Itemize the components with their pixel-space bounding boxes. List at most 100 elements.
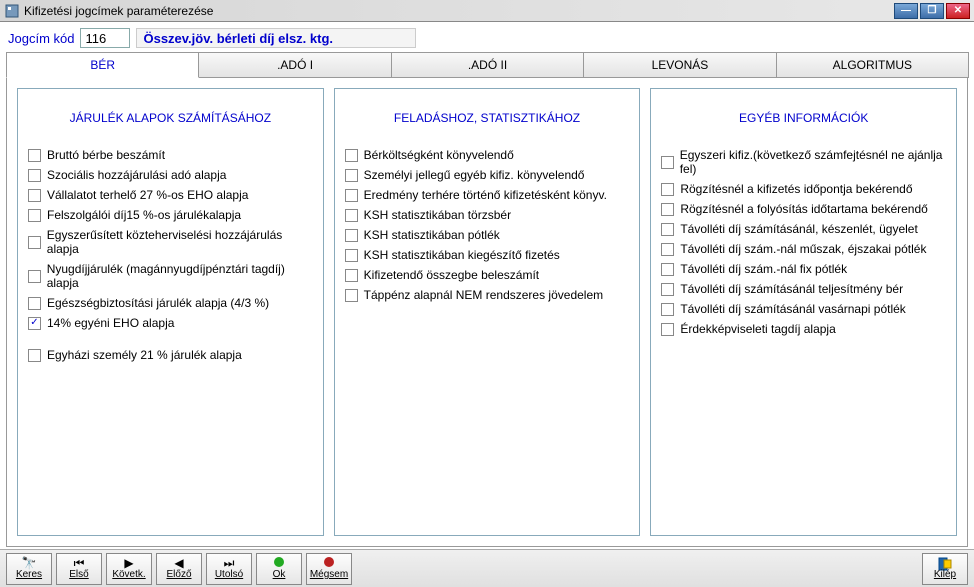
kilep-button[interactable]: Kilép — [922, 553, 968, 585]
check-row: Egészségbiztosítási járulék alapja (4/3 … — [28, 293, 313, 313]
checkbox-label: Távolléti díj szám.-nál műszak, éjszakai… — [680, 242, 926, 256]
checkbox[interactable] — [345, 229, 358, 242]
checkbox-label: Bruttó bérbe beszámít — [47, 148, 165, 162]
checkbox[interactable] — [28, 297, 41, 310]
keres-button[interactable]: 🔭 Keres — [6, 553, 52, 585]
minimize-button[interactable]: — — [894, 3, 918, 19]
button-label: Mégsem — [310, 569, 348, 580]
checkbox[interactable] — [661, 183, 674, 196]
kovetk-button[interactable]: ▶ Követk. — [106, 553, 152, 585]
description-field: Összev.jöv. bérleti díj elsz. ktg. — [136, 28, 416, 48]
checkbox-label: Személyi jellegű egyéb kifiz. könyvelend… — [364, 168, 585, 182]
binoculars-icon: 🔭 — [22, 557, 37, 569]
check-row: Távolléti díj számításánál, készenlét, ü… — [661, 219, 946, 239]
check-row: Táppénz alapnál NEM rendszeres jövedelem — [345, 285, 630, 305]
checkbox[interactable] — [28, 236, 41, 249]
tab-ber[interactable]: BÉR — [6, 52, 199, 78]
megsem-button[interactable]: Mégsem — [306, 553, 352, 585]
checkbox[interactable] — [661, 323, 674, 336]
checkbox[interactable] — [345, 169, 358, 182]
checkbox[interactable] — [661, 283, 674, 296]
check-row: Személyi jellegű egyéb kifiz. könyvelend… — [345, 165, 630, 185]
tab-bar: BÉR .ADÓ I .ADÓ II LEVONÁS ALGORITMUS — [6, 52, 968, 78]
checkbox-label: Érdekképviseleti tagdíj alapja — [680, 322, 835, 336]
ok-icon — [274, 557, 284, 569]
toolbar: 🔭 Keres ⏮ Első ▶ Követk. ◀ Előző ⏭ Utols… — [0, 549, 974, 587]
checkbox[interactable] — [661, 243, 674, 256]
tab-ado1[interactable]: .ADÓ I — [198, 52, 391, 78]
checkbox[interactable]: ✓ — [28, 317, 41, 330]
checkbox[interactable] — [345, 149, 358, 162]
checkbox[interactable] — [661, 303, 674, 316]
checkbox-label: Egészségbiztosítási járulék alapja (4/3 … — [47, 296, 269, 310]
exit-icon — [938, 557, 952, 569]
check-row: Távolléti díj számításánál vasárnapi pót… — [661, 299, 946, 319]
checkbox-label: Rögzítésnél a folyósítás időtartama beké… — [680, 202, 927, 216]
check-row: Kifizetendő összegbe beleszámít — [345, 265, 630, 285]
check-row: Érdekképviseleti tagdíj alapja — [661, 319, 946, 339]
utolso-button[interactable]: ⏭ Utolsó — [206, 553, 252, 585]
checkbox[interactable] — [345, 249, 358, 262]
checkbox-label: KSH statisztikában kiegészítő fizetés — [364, 248, 560, 262]
check-row: Távolléti díj szám.-nál műszak, éjszakai… — [661, 239, 946, 259]
checkbox-label: Egyházi személy 21 % járulék alapja — [47, 348, 242, 362]
check-row: Nyugdíjjárulék (magánnyugdíjpénztári tag… — [28, 259, 313, 293]
check-row: KSH statisztikában törzsbér — [345, 205, 630, 225]
checkbox[interactable] — [661, 263, 674, 276]
check-row: Bérköltségként könyvelendő — [345, 145, 630, 165]
ok-button[interactable]: Ok — [256, 553, 302, 585]
check-row: Eredmény terhére történő kifizetésként k… — [345, 185, 630, 205]
checkbox[interactable] — [661, 223, 674, 236]
check-row: Rögzítésnél a folyósítás időtartama beké… — [661, 199, 946, 219]
checkbox-label: Távolléti díj számításánál, készenlét, ü… — [680, 222, 917, 236]
check-row: ✓14% egyéni EHO alapja — [28, 313, 313, 333]
tab-levonas[interactable]: LEVONÁS — [583, 52, 776, 78]
checkbox[interactable] — [28, 189, 41, 202]
checkbox[interactable] — [345, 289, 358, 302]
check-row: Egyházi személy 21 % járulék alapja — [28, 345, 313, 365]
checkbox-label: Egyszeri kifiz.(következő számfejtésnél … — [680, 148, 946, 176]
check-row: KSH statisztikában pótlék — [345, 225, 630, 245]
check-row: Távolléti díj szám.-nál fix pótlék — [661, 259, 946, 279]
checkbox[interactable] — [345, 209, 358, 222]
button-label: Előző — [166, 569, 191, 580]
checkbox-label: KSH statisztikában törzsbér — [364, 208, 511, 222]
tab-algoritmus[interactable]: ALGORITMUS — [776, 52, 969, 78]
check-row: Egyszeri kifiz.(következő számfejtésnél … — [661, 145, 946, 179]
checkbox[interactable] — [345, 269, 358, 282]
code-label: Jogcím kód — [8, 31, 74, 46]
button-label: Követk. — [112, 569, 145, 580]
window-title: Kifizetési jogcímek paraméterezése — [24, 4, 894, 18]
checkbox[interactable] — [28, 169, 41, 182]
tab-ado2[interactable]: .ADÓ II — [391, 52, 584, 78]
check-row: Szociális hozzájárulási adó alapja — [28, 165, 313, 185]
elozo-button[interactable]: ◀ Előző — [156, 553, 202, 585]
code-input[interactable] — [80, 28, 130, 48]
checkbox[interactable] — [28, 149, 41, 162]
checkbox[interactable] — [345, 189, 358, 202]
checkbox[interactable] — [661, 156, 673, 169]
titlebar: Kifizetési jogcímek paraméterezése — ❐ ✕ — [0, 0, 974, 22]
checkbox[interactable] — [28, 349, 41, 362]
checkbox[interactable] — [28, 270, 41, 283]
checkbox[interactable] — [28, 209, 41, 222]
maximize-button[interactable]: ❐ — [920, 3, 944, 19]
checkbox-label: Nyugdíjjárulék (magánnyugdíjpénztári tag… — [47, 262, 313, 290]
prev-icon: ◀ — [174, 557, 183, 569]
panel-egyeb: EGYÉB INFORMÁCIÓK Egyszeri kifiz.(követk… — [650, 88, 957, 536]
button-label: Keres — [16, 569, 42, 580]
checkbox-label: Eredmény terhére történő kifizetésként k… — [364, 188, 607, 202]
checkbox-label: Távolléti díj számításánál teljesítmény … — [680, 282, 903, 296]
button-label: Ok — [273, 569, 286, 580]
cancel-icon — [324, 557, 334, 569]
button-label: Utolsó — [215, 569, 243, 580]
header-row: Jogcím kód Összev.jöv. bérleti díj elsz.… — [0, 22, 974, 52]
check-row: Egyszerűsített közteherviselési hozzájár… — [28, 225, 313, 259]
first-icon: ⏮ — [74, 557, 85, 569]
checkbox-label: KSH statisztikában pótlék — [364, 228, 500, 242]
close-button[interactable]: ✕ — [946, 3, 970, 19]
elso-button[interactable]: ⏮ Első — [56, 553, 102, 585]
panel-title: JÁRULÉK ALAPOK SZÁMÍTÁSÁHOZ — [28, 97, 313, 145]
checkbox[interactable] — [661, 203, 674, 216]
button-label: Kilép — [934, 569, 956, 580]
